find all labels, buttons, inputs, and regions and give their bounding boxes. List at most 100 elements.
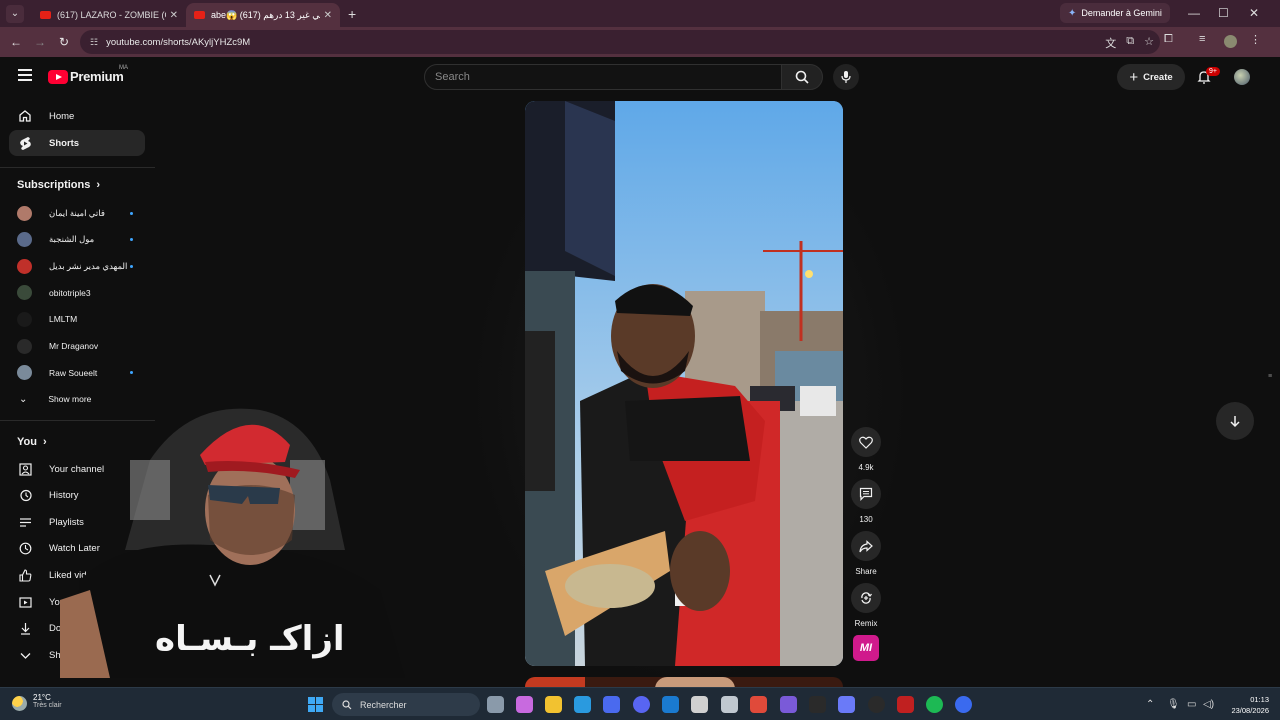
- account-avatar[interactable]: [1234, 69, 1250, 85]
- discord-alt-icon[interactable]: [838, 696, 855, 713]
- tab-close-icon[interactable]: ✕: [170, 10, 178, 21]
- translate-icon[interactable]: 文: [1105, 35, 1116, 51]
- youtube-play-icon: [48, 69, 68, 84]
- spotify-icon[interactable]: [926, 696, 943, 713]
- subscription-item[interactable]: فاتي امينة ايمان: [9, 201, 145, 225]
- copilot-icon[interactable]: [516, 696, 533, 713]
- edge-icon[interactable]: [574, 696, 591, 713]
- share-action[interactable]: Share: [851, 531, 881, 576]
- share-icon[interactable]: [851, 531, 881, 561]
- clock[interactable]: 01:13 23/08/2026: [1224, 694, 1269, 716]
- create-button[interactable]: + Create: [1117, 64, 1185, 90]
- media-app-icon[interactable]: [897, 696, 914, 713]
- channel-avatar: [17, 311, 32, 327]
- browser-tab-strip: ⌄ (617) LAZARO - ZOMBIE (Official ✕ abe😱…: [0, 0, 1280, 27]
- bookmark-star-icon[interactable]: ☆: [1144, 35, 1154, 51]
- browser-tab-lazaro[interactable]: (617) LAZARO - ZOMBIE (Official ✕: [32, 3, 186, 27]
- clock-date: 23/08/2026: [1231, 706, 1269, 715]
- taskbar-search[interactable]: Rechercher: [332, 693, 480, 716]
- shorts-icon: [17, 136, 33, 151]
- channel-avatar: [17, 232, 32, 248]
- voice-search-button[interactable]: [833, 64, 859, 90]
- subscription-item[interactable]: Mr Draganov: [9, 334, 145, 358]
- channel-avatar: [17, 258, 32, 274]
- shorts-video-player[interactable]: [525, 101, 843, 666]
- youtube-header: Premium MA Search + Create 9+: [0, 57, 1280, 97]
- subscription-item[interactable]: Raw Soueelt: [9, 361, 145, 385]
- browser-tab-shorts[interactable]: abe😱 هدشي غير 13 درهم (617) ✕: [186, 3, 340, 27]
- windows-start-icon[interactable]: [308, 697, 323, 712]
- maximize-icon[interactable]: ☐: [1218, 6, 1229, 20]
- steam-icon[interactable]: [721, 696, 738, 713]
- terminal-icon[interactable]: [691, 696, 708, 713]
- task-view-icon[interactable]: [487, 696, 504, 713]
- tray-chevron-icon[interactable]: ⌃: [1146, 699, 1154, 710]
- sidebar-item-label: Shorts: [49, 137, 80, 149]
- subscriptions-header[interactable]: Subscriptions ›: [17, 179, 100, 191]
- clock-time: 01:13: [1250, 695, 1269, 704]
- nvidia-icon[interactable]: [809, 696, 826, 713]
- comment-action[interactable]: 130: [851, 479, 881, 524]
- file-explorer-icon[interactable]: [545, 696, 562, 713]
- notification-count-badge: 9+: [1206, 67, 1220, 76]
- store-icon[interactable]: [603, 696, 620, 713]
- search-button[interactable]: [781, 64, 823, 90]
- new-content-dot: [130, 264, 133, 268]
- gaming-icon[interactable]: [780, 696, 797, 713]
- subscription-item[interactable]: obitotriple3: [9, 281, 145, 305]
- chevron-right-icon: ›: [42, 436, 47, 448]
- next-video-button[interactable]: [1216, 402, 1254, 440]
- youtube-premium-logo[interactable]: Premium MA: [48, 65, 128, 84]
- subscription-item[interactable]: LMLTM: [9, 307, 145, 331]
- gemini-label: Demander à Gemini: [1081, 8, 1162, 18]
- channel-badge[interactable]: MI: [853, 635, 879, 661]
- obs-icon[interactable]: [868, 696, 885, 713]
- menu-icon[interactable]: [18, 69, 32, 81]
- action-label: Remix: [854, 619, 878, 628]
- video-frame-image: [525, 101, 843, 666]
- search-input[interactable]: Search: [424, 64, 782, 90]
- volume-icon[interactable]: ◁): [1203, 699, 1214, 710]
- action-label: 130: [859, 515, 873, 524]
- heart-action[interactable]: 4.9k: [851, 427, 881, 472]
- sidebar-item-shorts[interactable]: Shorts: [9, 130, 145, 156]
- minimize-icon[interactable]: —: [1188, 6, 1200, 20]
- browser-profile-avatar[interactable]: [1224, 35, 1237, 48]
- forward-arrow-icon[interactable]: →: [28, 35, 52, 49]
- subscription-item[interactable]: المهدي مدير نشر بديل: [9, 254, 145, 278]
- address-bar[interactable]: ☷ youtube.com/shorts/AKyljYHZc9M 文 ⧉ ☆: [80, 30, 1160, 54]
- remix-action[interactable]: Remix: [851, 583, 881, 628]
- ea-app-icon[interactable]: [955, 696, 972, 713]
- outlook-icon[interactable]: [662, 696, 679, 713]
- chrome-icon[interactable]: [750, 696, 767, 713]
- subscription-name: obitotriple3: [49, 287, 91, 298]
- chevron-right-icon: ›: [96, 179, 101, 191]
- close-window-icon[interactable]: ✕: [1249, 6, 1259, 20]
- tab-search-button[interactable]: ⌄: [6, 4, 24, 23]
- gemini-button[interactable]: ✦ Demander à Gemini: [1060, 3, 1170, 23]
- comment-icon[interactable]: [851, 479, 881, 509]
- sidebar-item-home[interactable]: Home: [9, 103, 145, 129]
- tab-close-icon[interactable]: ✕: [324, 10, 332, 21]
- extensions-icon[interactable]: ⧠: [1164, 33, 1173, 46]
- you-header[interactable]: You ›: [17, 436, 47, 448]
- cast-icon[interactable]: ⧉: [1126, 35, 1134, 51]
- home-icon: [17, 109, 33, 123]
- mic-tray-icon[interactable]: 🎙: [1167, 699, 1180, 710]
- subscriptions-title: Subscriptions: [17, 179, 91, 191]
- network-icon[interactable]: ▭: [1187, 699, 1196, 710]
- weather-widget[interactable]: 21°C Très clair: [12, 693, 62, 711]
- back-arrow-icon[interactable]: ←: [4, 35, 28, 49]
- discord-icon[interactable]: [633, 696, 650, 713]
- channel-avatar: [17, 365, 32, 381]
- remix-icon[interactable]: [851, 583, 881, 613]
- tab-title: abe😱 هدشي غير 13 درهم (617): [211, 9, 320, 20]
- reload-icon[interactable]: ↻: [52, 35, 76, 49]
- heart-icon[interactable]: [851, 427, 881, 457]
- browser-menu-icon[interactable]: ⋮: [1250, 33, 1261, 46]
- new-tab-button[interactable]: +: [348, 6, 356, 22]
- site-info-icon[interactable]: ☷: [90, 37, 98, 48]
- media-control-icon[interactable]: ≡: [1199, 33, 1205, 45]
- subscription-item[interactable]: مول الشنجبة: [9, 228, 145, 252]
- subscription-name: Mr Draganov: [49, 341, 99, 351]
